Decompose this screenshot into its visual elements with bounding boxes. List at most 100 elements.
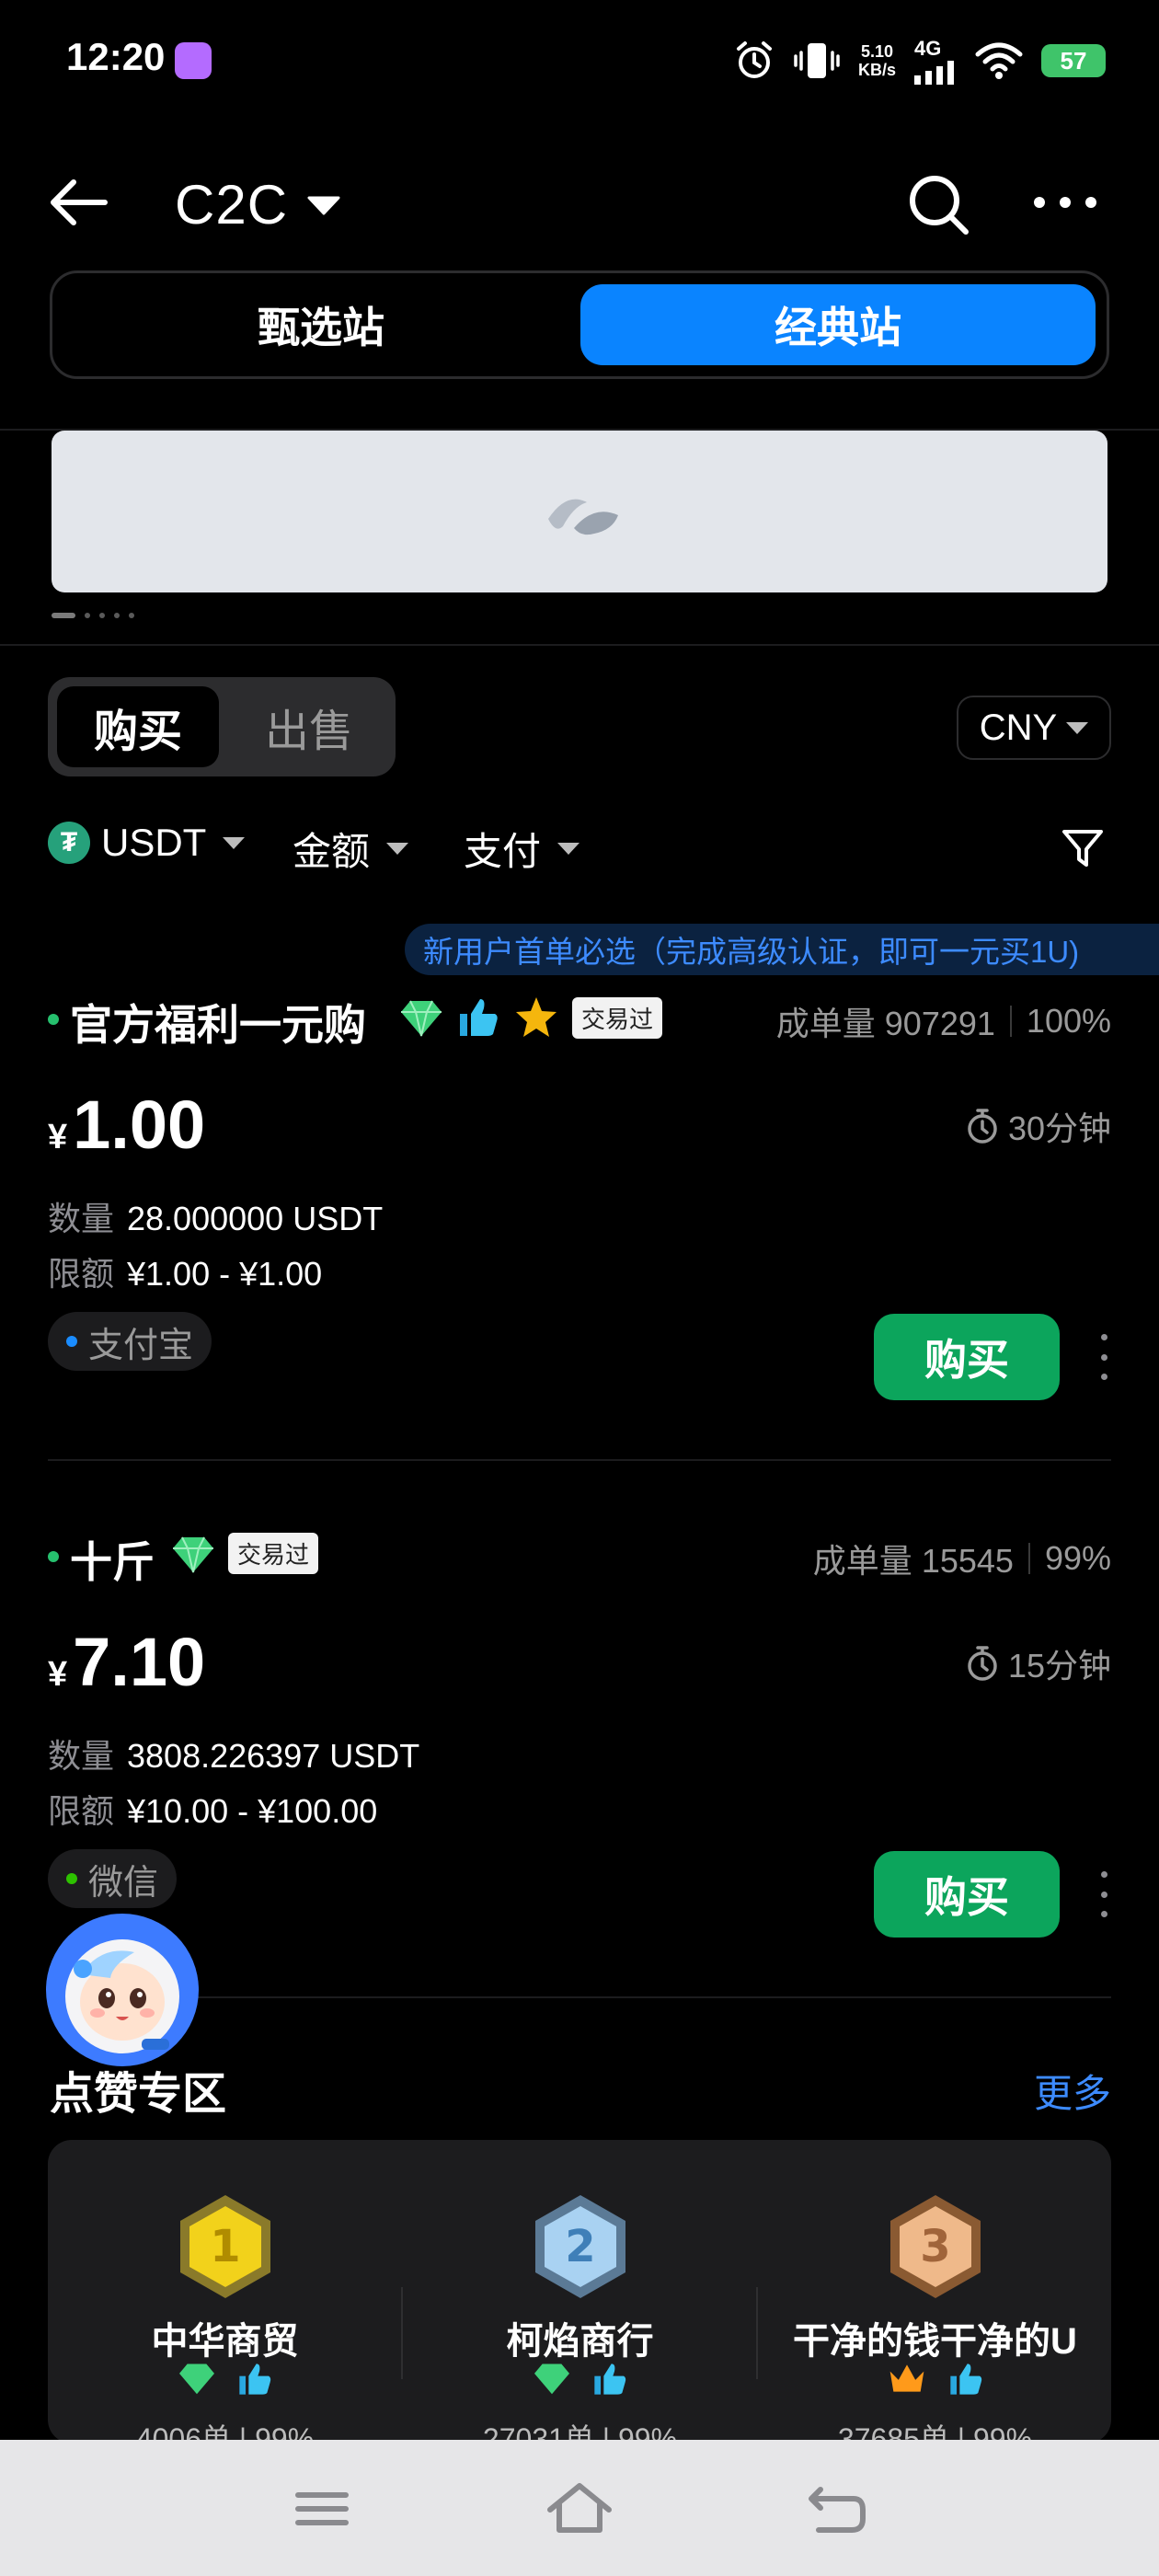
amount-filter-label: 金额 [293,830,371,873]
orders-label: 成单量 [775,1005,876,1042]
limit-label: 限额 [48,1255,115,1293]
promo-banner[interactable] [52,431,1107,592]
more-options-icon[interactable] [1030,184,1100,221]
quantity-label: 数量 [48,1737,115,1775]
pagination-dot [85,613,90,618]
stopwatch-icon [968,1109,997,1144]
pagination-dot [114,613,120,618]
thumbs-up-badge-icon [593,2363,625,2395]
merchant-stats: 成单量 15545 99% [813,1535,1111,1582]
app-notification-icon [175,42,212,79]
caret-down-icon [386,843,409,855]
pagination-dot [99,613,105,618]
diamond-icon [173,1536,213,1572]
network-type: 4G [914,37,942,60]
ad-listing[interactable]: 十斤 交易过 成单量 15545 99% ¥ 7.10 15分钟 数量 3808.… [48,1522,1111,2000]
home-icon[interactable] [543,2477,616,2541]
merchant-badges [48,2361,402,2398]
quantity-label: 数量 [48,1200,115,1237]
top-merchant-name: 中华商贸 [151,2321,299,2362]
chevron-down-icon[interactable] [306,195,341,215]
star-icon [516,997,557,1037]
amount-filter[interactable]: 金额 [293,821,409,877]
page-title[interactable]: C2C [175,173,288,236]
payment-filter-label: 支付 [464,830,542,873]
orders-count: 成单量 15545 [813,1535,1014,1582]
signal-icon [914,61,954,85]
tab-select-station[interactable]: 甄选站 [63,284,579,365]
back-icon[interactable] [800,2477,874,2541]
ad-listing[interactable]: 官方福利一元购 交易过 成单量 907291 100% ¥ 1.00 30分钟 … [48,984,1111,1463]
divider [0,644,1159,646]
loading-logo-icon [548,499,618,535]
asset-filter[interactable]: ₮ USDT [48,821,246,865]
top-merchant-item[interactable]: 1 中华商贸 4006单 | 99% [48,2140,402,2444]
time-limit-value: 15分钟 [1007,1647,1111,1685]
sell-tab[interactable]: 出售 [228,686,390,767]
top-merchant-name: 柯焰商行 [506,2321,654,2362]
top-merchant-name: 干净的钱干净的U [793,2321,1077,2362]
crown-icon [889,2364,924,2392]
ad-more-icon[interactable] [1096,1334,1111,1380]
stopwatch-icon [968,1646,997,1681]
diamond-icon [534,2363,569,2395]
ad-price: ¥ 1.00 [48,1086,205,1164]
merchant-name[interactable]: 官方福利一元购 [70,992,366,1052]
limit-value: ¥10.00 - ¥100.00 [127,1792,378,1830]
cellular-indicator: 4G [914,37,957,85]
fiat-currency-selector[interactable]: CNY [957,696,1111,760]
search-icon[interactable] [903,169,973,239]
stat-separator [1009,1006,1012,1037]
silver-rank-medal-icon: 2 [535,2195,625,2298]
traded-before-tag: 交易过 [228,1533,319,1574]
more-link[interactable]: 更多 [1034,2063,1111,2119]
merchant-name[interactable]: 十斤 [70,1529,155,1590]
merchant-badges: 交易过 [171,1533,319,1574]
pagination-dot [129,613,134,618]
top-app-bar: C2C [0,156,1159,248]
funnel-filter-icon[interactable] [1060,824,1106,870]
caret-down-icon [223,836,246,849]
menu-icon[interactable] [285,2477,359,2541]
top-merchant-item[interactable]: 2 柯焰商行 27031单 | 99% [403,2140,757,2444]
bronze-rank-medal-icon: 3 [890,2195,981,2298]
tab-classic-station[interactable]: 经典站 [580,284,1096,365]
ad-more-icon[interactable] [1096,1871,1111,1917]
top-merchant-item[interactable]: 3 干净的钱干净的U 37685单 | 99% [758,2140,1111,2444]
payment-filter[interactable]: 支付 [464,821,580,877]
buy-tab[interactable]: 购买 [57,686,219,767]
payment-method-chip: 微信 [48,1849,178,1908]
buy-button[interactable]: 购买 [874,1851,1060,1938]
new-user-promo-ribbon[interactable]: 新用户首单必选（完成高级认证，即可一元买1U) [405,924,1159,975]
filter-bar: ₮ USDT 金额 支付 [48,821,1111,880]
silver-medal-rank: 2 [565,2221,595,2272]
orders-count: 成单量 907291 [776,997,995,1045]
payment-method-label: 支付宝 [88,1326,194,1365]
divider [48,1996,1111,1998]
thumbs-up-badge-icon [460,999,498,1036]
orders-label: 成单量 [812,1542,912,1580]
price-value: 7.10 [73,1624,206,1700]
wifi-icon [975,42,1023,79]
payment-time-limit: 30分钟 [966,1102,1111,1150]
back-arrow-icon[interactable] [46,175,110,230]
status-indicators: 5.10 KB/s 4G 57 [733,37,1106,85]
completion-rate: 99% [1044,1539,1111,1577]
limit-row: 限额 ¥1.00 - ¥1.00 [48,1248,322,1295]
speed-value: 5.10 [860,42,894,61]
fiat-currency-label: CNY [979,707,1058,748]
assistant-avatar-button[interactable] [46,1914,199,2066]
online-status-dot [48,1551,59,1562]
payment-method-chip: 支付宝 [48,1312,212,1371]
thumbs-up-badge-icon [238,2363,270,2395]
quantity-value: 28.000000 USDT [127,1200,384,1237]
quantity-value: 3808.226397 USDT [127,1737,420,1775]
banner-pagination [52,613,134,618]
astronaut-mascot-icon [65,1939,179,2053]
diamond-icon [401,1000,442,1037]
time-limit-value: 30分钟 [1007,1110,1111,1147]
status-bar: 12:20 5.10 KB/s 4G 57 [0,0,1159,120]
bronze-medal-rank: 3 [920,2221,950,2272]
buy-button[interactable]: 购买 [874,1314,1060,1400]
wechat-dot [66,1873,77,1884]
